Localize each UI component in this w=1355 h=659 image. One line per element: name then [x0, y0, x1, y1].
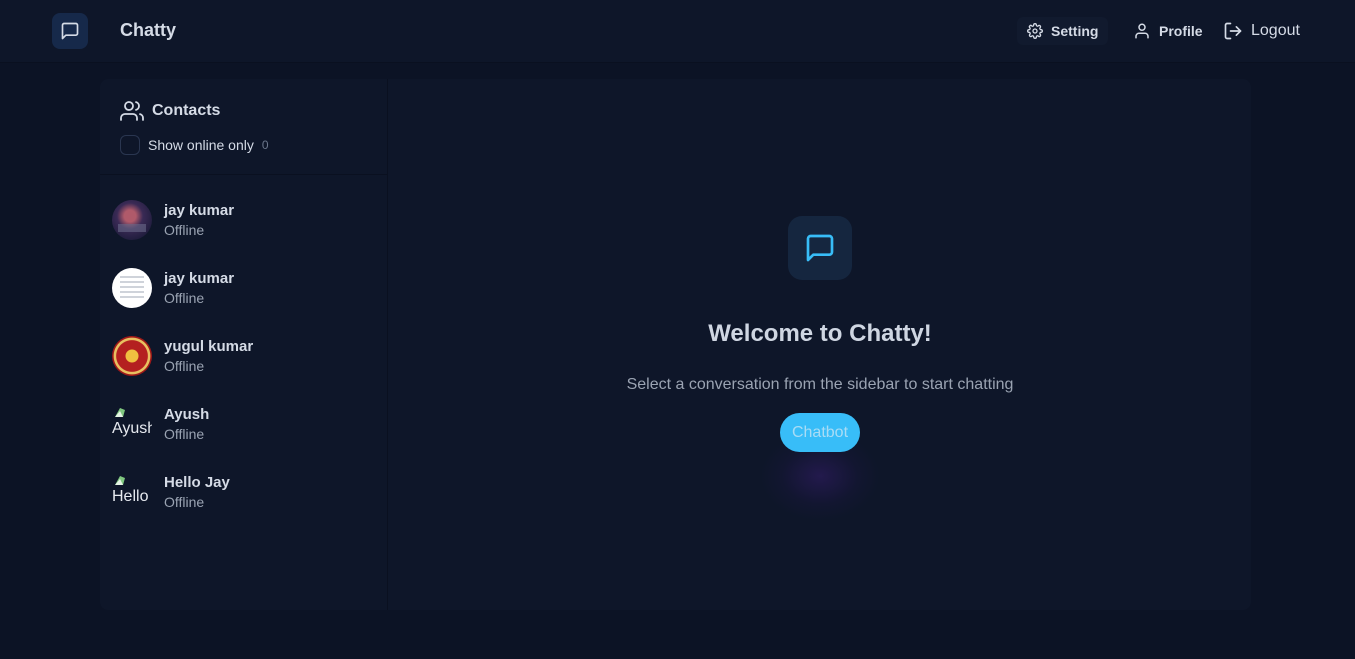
- contact-name: Hello Jay: [164, 474, 230, 491]
- welcome-subtitle: Select a conversation from the sidebar t…: [626, 376, 1014, 393]
- online-only-checkbox[interactable]: [120, 135, 140, 155]
- contact-item[interactable]: Hello Jay Hello Jay Offline: [112, 464, 382, 520]
- logout-label: Logout: [1251, 22, 1300, 39]
- contact-status: Offline: [164, 290, 205, 306]
- setting-label: Setting: [1051, 23, 1099, 39]
- setting-button[interactable]: Setting: [1017, 17, 1109, 45]
- contact-item[interactable]: jay kumar Offline: [112, 192, 382, 248]
- avatar-alt-text: Ayush: [112, 420, 152, 437]
- contact-status: Offline: [164, 222, 205, 238]
- contact-status: Offline: [164, 358, 205, 374]
- broken-image-icon: [115, 476, 125, 485]
- online-filter[interactable]: Show online only 0: [120, 135, 269, 155]
- welcome-title: Welcome to Chatty!: [708, 320, 932, 347]
- logout-button[interactable]: Logout: [1213, 17, 1310, 45]
- gear-icon: [1027, 23, 1043, 39]
- contact-status: Offline: [164, 426, 205, 442]
- avatar: [112, 268, 152, 308]
- welcome-icon-box: [788, 216, 852, 280]
- app-logo[interactable]: [52, 13, 88, 49]
- profile-button[interactable]: Profile: [1123, 17, 1213, 45]
- welcome-panel: Welcome to Chatty! Select a conversation…: [389, 79, 1251, 610]
- profile-label: Profile: [1159, 23, 1203, 39]
- contacts-title: Contacts: [152, 102, 221, 119]
- chatbot-button[interactable]: Chatbot: [780, 413, 860, 452]
- user-icon: [1135, 23, 1149, 39]
- online-filter-label[interactable]: Show online only: [148, 137, 254, 153]
- contacts-heading: Contacts: [120, 99, 220, 123]
- message-square-icon: [61, 22, 79, 40]
- contact-status: Offline: [164, 494, 205, 510]
- contact-name: Ayush: [164, 406, 210, 423]
- avatar: [112, 336, 152, 376]
- app-title[interactable]: Chatty: [120, 20, 176, 41]
- avatar: Ayush: [112, 404, 152, 444]
- avatar-alt-text: Hello Jay: [112, 488, 152, 505]
- message-square-icon: [806, 234, 834, 262]
- broken-image-icon: [115, 408, 125, 417]
- contact-item[interactable]: Ayush Ayush Offline: [112, 396, 382, 452]
- contacts-sidebar: Contacts Show online only 0 jay kumar Of…: [100, 79, 388, 610]
- contact-name: yugul kumar: [164, 338, 254, 355]
- users-icon: [120, 101, 144, 121]
- contact-item[interactable]: jay kumar Offline: [112, 260, 382, 316]
- contact-name: jay kumar: [164, 270, 235, 287]
- logout-icon: [1224, 22, 1242, 40]
- online-count: 0: [261, 138, 269, 152]
- contact-name: jay kumar: [164, 202, 235, 219]
- avatar: [112, 200, 152, 240]
- avatar: Hello Jay: [112, 472, 152, 512]
- chat-container: Contacts Show online only 0 jay kumar Of…: [100, 79, 1251, 610]
- top-navbar: Chatty Setting Profile Logout: [0, 0, 1355, 63]
- sidebar-header: Contacts Show online only 0: [100, 79, 388, 175]
- contact-item[interactable]: yugul kumar Offline: [112, 328, 382, 384]
